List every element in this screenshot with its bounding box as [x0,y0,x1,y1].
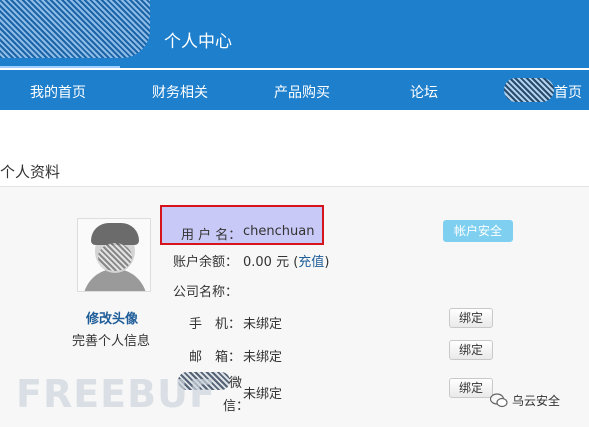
balance-row: 0.00 元 (充值) [243,251,329,270]
logo-redacted [0,0,150,58]
edit-avatar-link[interactable]: 修改头像 [86,308,138,327]
nav-redacted [504,78,554,102]
company-label: 公司名称： [173,285,239,300]
account-security-button[interactable]: 帐户安全 [443,220,513,242]
wechat-value: 未绑定 [243,387,283,402]
balance-label: 账户余额： [173,255,239,270]
username-label: 用 户 名： [181,228,242,243]
balance-paren-close: ) [324,255,330,270]
nav-item-finance[interactable]: 财务相关 [152,82,208,102]
wechat-icon [490,393,508,408]
avatar-hair [91,223,139,245]
page-title: 个人中心 [164,32,232,52]
main-nav: 我的首页 财务相关 产品购买 论坛 首页 [0,70,589,110]
wechat-label-top: 微 [229,376,243,391]
email-value: 未绑定 [243,350,283,365]
nav-item-products[interactable]: 产品购买 [274,82,330,102]
email-label: 邮 箱： [189,350,242,365]
top-header: 个人中心 [0,0,589,68]
username-value: chenchuan [243,224,315,239]
avatar-redacted [98,243,132,271]
balance-value: 0.00 元 [243,255,290,270]
bind-phone-button[interactable]: 绑定 [449,308,493,328]
nav-item-home[interactable]: 首页 [554,82,582,102]
nav-item-forum[interactable]: 论坛 [410,82,438,102]
nav-item-my-home[interactable]: 我的首页 [30,82,86,102]
phone-value: 未绑定 [243,317,283,332]
complete-info-link[interactable]: 完善个人信息 [72,330,150,349]
bind-email-button[interactable]: 绑定 [449,340,493,360]
header-underline [0,66,120,68]
freebuf-watermark: FREEBUF [16,372,216,416]
section-title: 个人资料 [0,163,61,181]
recharge-link[interactable]: 充值 [298,255,324,270]
bind-wechat-button[interactable]: 绑定 [449,378,493,398]
avatar[interactable] [77,218,151,292]
phone-label: 手 机： [189,317,242,332]
brand-label: 乌云安全 [512,394,561,408]
